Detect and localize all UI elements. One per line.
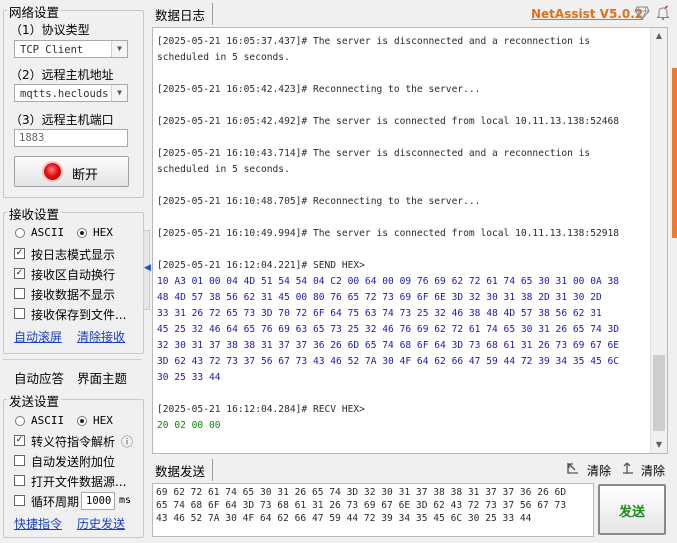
port-input[interactable]: 1883 [14, 129, 128, 147]
log-recv-line: 20 02 00 00 [157, 420, 221, 431]
chevron-down-icon[interactable]: ▼ [111, 85, 127, 101]
log-tab[interactable]: 数据日志 [152, 3, 213, 25]
shortcut-link[interactable]: 快捷指令 [14, 515, 62, 532]
bell-icon[interactable] [655, 5, 671, 21]
tab-ui-theme[interactable]: 界面主题 [77, 368, 127, 387]
right-edge-accent [672, 68, 677, 238]
file-source-label: 打开文件数据源... [31, 475, 127, 489]
log-line: [2025-05-21 16:05:42.423]# Reconnecting … [157, 84, 481, 95]
clear-history-button[interactable]: 清除 [587, 462, 611, 479]
log-mode-checkbox[interactable]: ✓ [14, 248, 25, 259]
log-hex-line: 33 31 26 72 65 73 3D 70 72 6F 64 75 63 7… [157, 308, 602, 319]
auto-wrap-label: 接收区自动换行 [31, 268, 116, 282]
clear-send-icon[interactable] [621, 461, 635, 475]
clear-receive-link[interactable]: 清除接收 [77, 328, 125, 345]
log-line: scheduled in 5 seconds. [157, 164, 290, 175]
save-to-file-checkbox[interactable] [14, 308, 25, 319]
escape-parse-checkbox[interactable]: ✓ [14, 435, 25, 446]
send-hex-label: HEX [93, 414, 113, 427]
log-tab-label: 数据日志 [155, 8, 206, 23]
cycle-checkbox[interactable] [14, 495, 25, 506]
send-tab-label: 数据发送 [155, 464, 206, 479]
send-input[interactable]: 69 62 72 61 74 65 30 31 26 65 74 3D 32 3… [152, 483, 594, 537]
auto-scroll-link[interactable]: 自动滚屏 [14, 328, 62, 345]
log-hex-line: 45 25 32 46 64 65 76 69 63 65 73 25 32 4… [157, 324, 620, 335]
save-to-file-label: 接收保存到文件... [31, 308, 127, 322]
cycle-unit: ms [119, 495, 132, 506]
escape-parse-label: 转义符指令解析 [31, 435, 116, 449]
log-line: [2025-05-21 16:10:43.714]# The server is… [157, 148, 591, 159]
tab-auto-reply[interactable]: 自动应答 [14, 368, 64, 387]
cycle-period-input[interactable]: 1000 [81, 492, 115, 510]
divider [3, 359, 142, 360]
disconnect-label: 断开 [72, 168, 99, 183]
disconnect-button[interactable]: 断开 [14, 156, 129, 187]
log-hex-line: 10 A3 01 00 04 4D 51 54 54 04 C2 00 64 0… [157, 276, 620, 287]
log-hex-line: 3D 62 43 72 73 37 56 67 73 43 46 52 7A 3… [157, 356, 620, 367]
log-line: [2025-05-21 16:12:04.221]# SEND HEX> [157, 260, 365, 271]
protocol-select[interactable]: TCP Client ▼ [14, 40, 128, 58]
history-link[interactable]: 历史发送 [77, 515, 125, 532]
send-line: 43 46 52 7A 30 4F 64 62 66 47 59 44 72 3… [156, 513, 532, 524]
log-hex-line: 30 25 33 44 [157, 372, 221, 383]
send-line: 65 74 68 6F 64 3D 73 68 61 31 26 73 69 6… [156, 500, 567, 511]
auto-append-label: 自动发送附加位 [31, 455, 116, 469]
send-line: 69 62 72 61 74 65 30 31 26 65 74 3D 32 3… [156, 487, 567, 498]
collapse-panel-handle[interactable]: ◀ [143, 230, 151, 310]
log-mode-label: 按日志模式显示 [31, 248, 116, 262]
log-line: [2025-05-21 16:05:37.437]# The server is… [157, 36, 591, 47]
auto-wrap-checkbox[interactable]: ✓ [14, 268, 25, 279]
receive-ascii-label: ASCII [31, 226, 65, 239]
send-hex-radio[interactable] [77, 416, 87, 426]
app-title: NetAssist V5.0.2 [531, 7, 644, 21]
scroll-up-icon[interactable]: ▲ [651, 28, 667, 44]
log-line: [2025-05-21 16:10:48.705]# Reconnecting … [157, 196, 481, 207]
host-value: mqtts.heclouds.c [20, 88, 122, 100]
send-tab[interactable]: 数据发送 [152, 459, 213, 481]
auto-append-checkbox[interactable] [14, 455, 25, 466]
clear-history-icon[interactable] [566, 461, 580, 475]
log-hex-line: 32 30 31 37 38 38 31 37 37 36 26 6D 65 7… [157, 340, 620, 351]
protocol-label: （1）协议类型 [10, 23, 90, 37]
log-area[interactable]: [2025-05-21 16:05:37.437]# The server is… [152, 27, 668, 454]
network-settings-title: 网络设置 [7, 2, 62, 21]
hide-receive-checkbox[interactable] [14, 288, 25, 299]
file-source-checkbox[interactable] [14, 475, 25, 486]
chevron-down-icon[interactable]: ▼ [111, 41, 127, 57]
send-ascii-label: ASCII [31, 414, 65, 427]
receive-hex-label: HEX [93, 226, 113, 239]
port-label: （3）远程主机端口 [10, 113, 114, 127]
protocol-value: TCP Client [20, 44, 84, 56]
send-ascii-radio[interactable] [15, 416, 25, 426]
scroll-down-icon[interactable]: ▼ [651, 437, 667, 453]
log-line: [2025-05-21 16:12:04.284]# RECV HEX> [157, 404, 365, 415]
receive-ascii-radio[interactable] [15, 228, 25, 238]
send-settings-title: 发送设置 [7, 391, 62, 410]
scrollbar-thumb[interactable] [653, 355, 665, 431]
chevron-left-icon: ◀ [144, 263, 151, 273]
host-label: （2）远程主机地址 [10, 68, 114, 82]
log-hex-line: 48 4D 57 38 56 62 31 45 00 80 76 65 72 7… [157, 292, 602, 303]
connection-indicator-icon [44, 163, 61, 180]
diamond-icon[interactable] [634, 6, 650, 20]
receive-settings-title: 接收设置 [7, 204, 62, 223]
host-select[interactable]: mqtts.heclouds.c ▼ [14, 84, 128, 102]
log-line: [2025-05-21 16:10:49.994]# The server is… [157, 228, 620, 239]
send-button[interactable]: 发送 [598, 484, 666, 535]
log-scrollbar[interactable]: ▲ ▼ [650, 28, 667, 453]
receive-hex-radio[interactable] [77, 228, 87, 238]
cycle-label: 循环周期 [31, 495, 80, 509]
info-icon[interactable]: ⓘ [121, 433, 133, 450]
clear-send-button[interactable]: 清除 [641, 462, 665, 479]
send-button-label: 发送 [619, 505, 646, 520]
hide-receive-label: 接收数据不显示 [31, 288, 116, 302]
log-line: [2025-05-21 16:05:42.492]# The server is… [157, 116, 620, 127]
log-line: scheduled in 5 seconds. [157, 52, 290, 63]
